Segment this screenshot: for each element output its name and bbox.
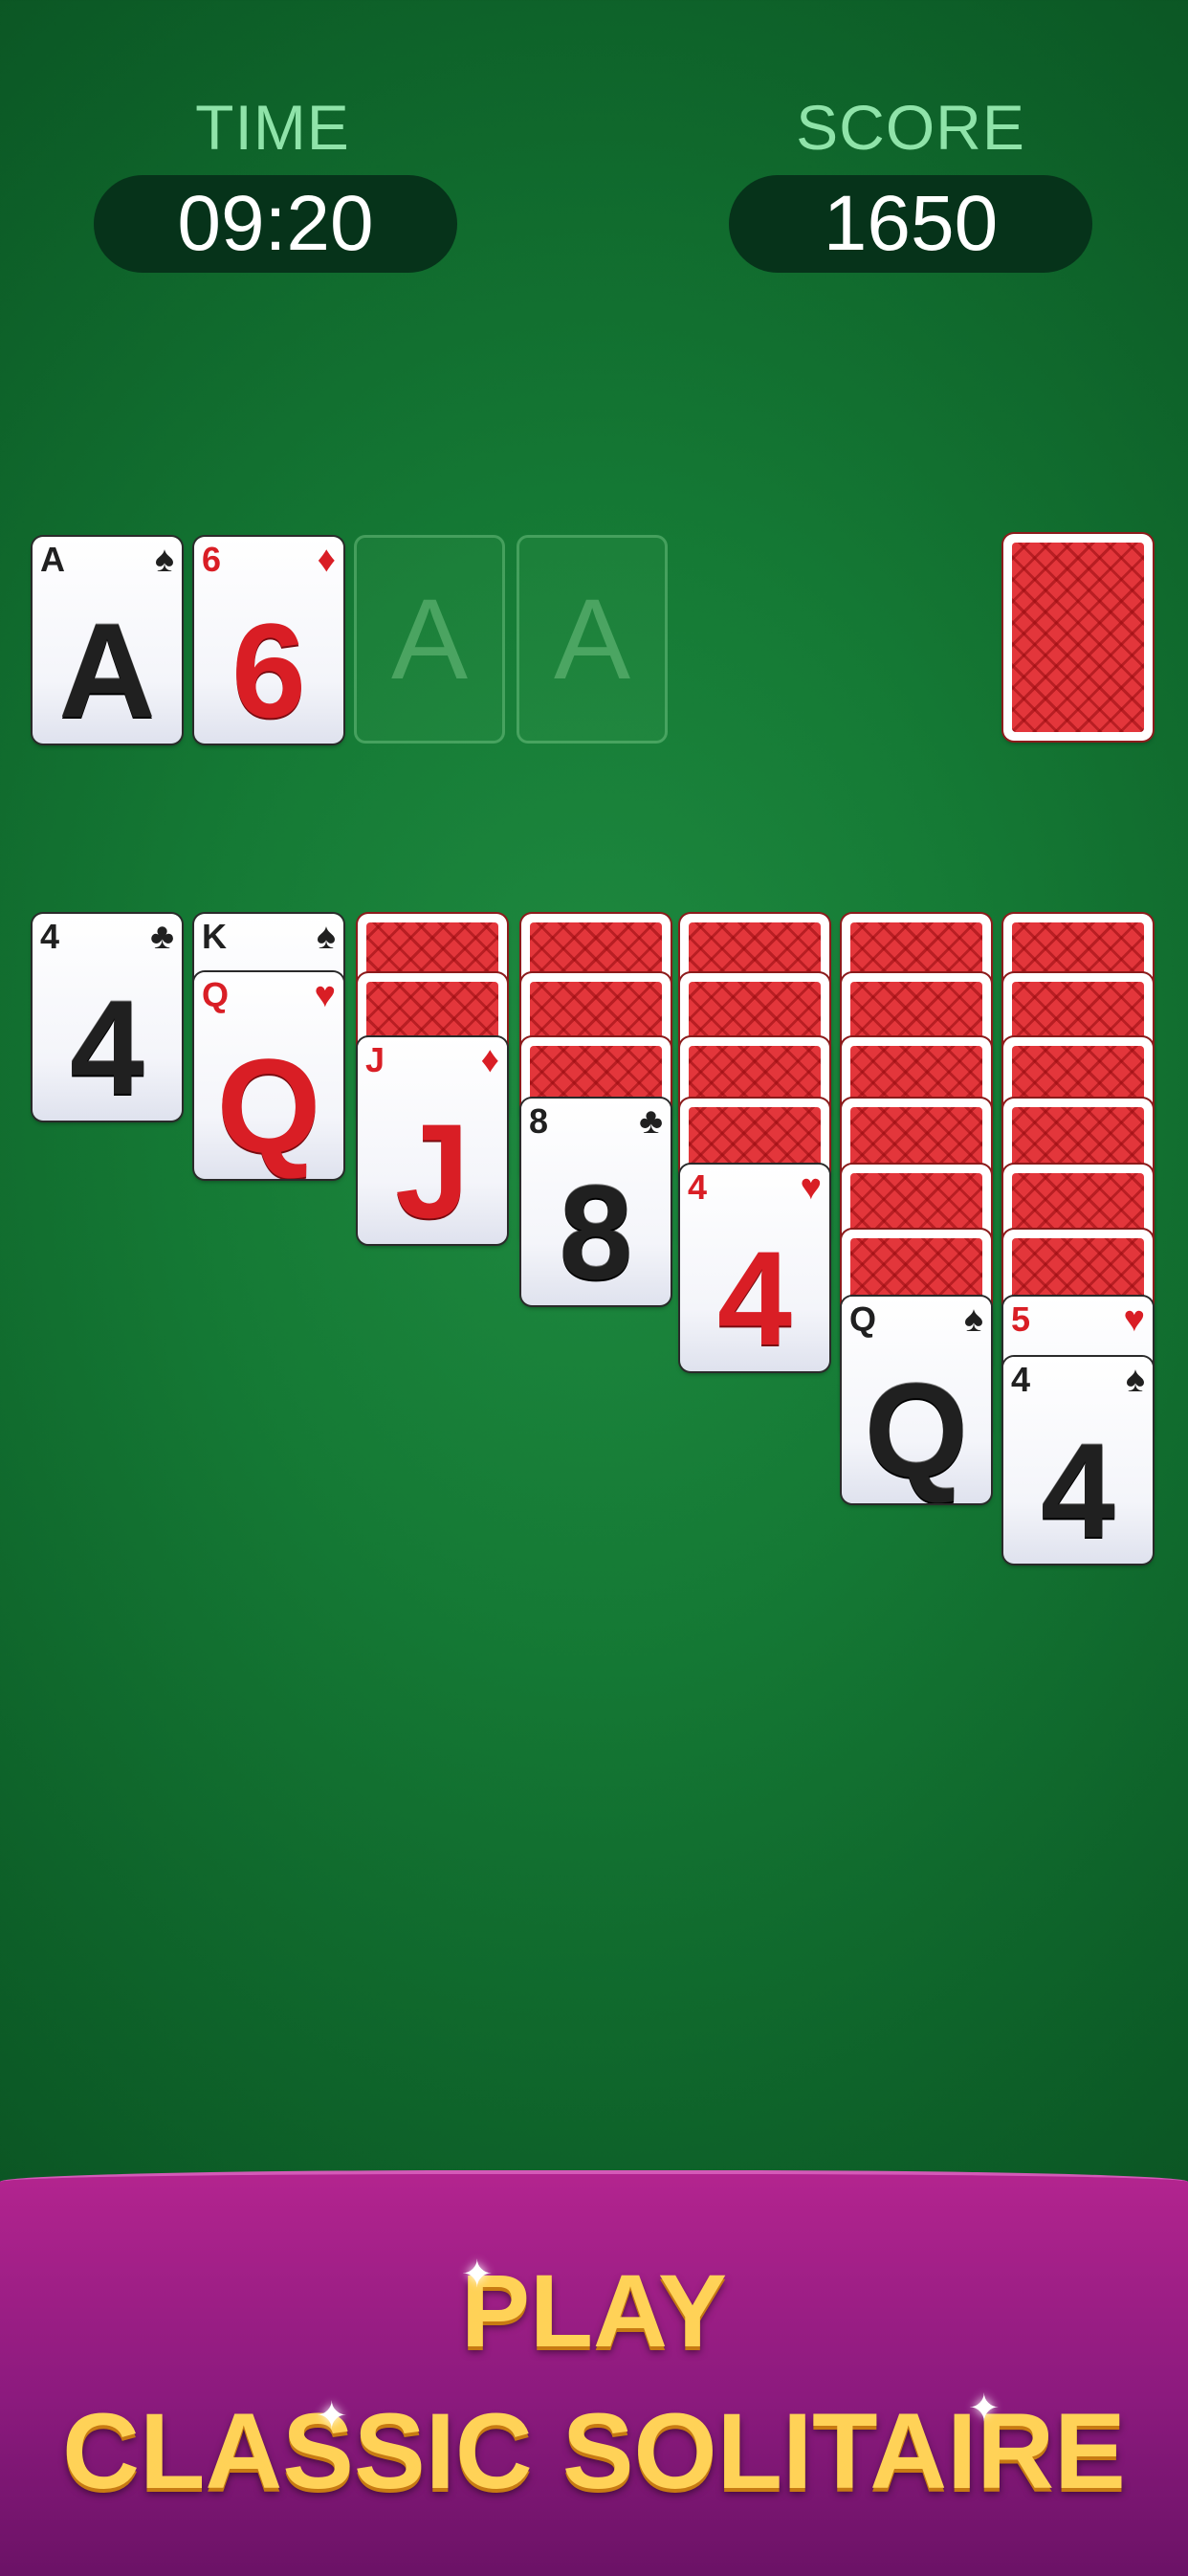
tableau-card[interactable]: Q ♥ Q xyxy=(194,972,343,1179)
foundation-slot[interactable]: A xyxy=(517,535,668,744)
heart-icon: ♥ xyxy=(314,975,336,1015)
tableau-card[interactable]: J ♦ J xyxy=(358,1037,507,1244)
card-center-rank: Q xyxy=(864,1355,969,1503)
foundation-slot[interactable]: A xyxy=(354,535,505,744)
time-display: 09:20 xyxy=(94,175,457,273)
score-label: SCORE xyxy=(796,92,1025,163)
banner-subtitle: CLASSIC SOLITAIRE xyxy=(62,2391,1126,2511)
card-rank: 4 xyxy=(40,917,60,956)
tableau-card[interactable]: 8 ♣ 8 xyxy=(521,1099,671,1305)
sparkle-icon: ✦ xyxy=(316,2395,348,2437)
card-rank: Q xyxy=(849,1299,877,1339)
heart-icon: ♥ xyxy=(1123,1299,1145,1340)
sparkle-icon: ✦ xyxy=(461,2254,494,2296)
card-rank: 4 xyxy=(688,1167,708,1207)
heart-icon: ♥ xyxy=(800,1167,822,1208)
card-center-rank: 4 xyxy=(1041,1415,1115,1564)
card-rank: K xyxy=(202,917,227,956)
promo-banner: PLAY CLASSIC SOLITAIRE ✦ ✦ ✦ xyxy=(0,2170,1188,2576)
waste-card[interactable]: A ♠ A xyxy=(33,537,182,744)
club-icon: ♣ xyxy=(639,1101,663,1142)
card-center-rank: 4 xyxy=(70,972,144,1121)
card-center-rank: 8 xyxy=(559,1157,633,1305)
score-display: 1650 xyxy=(729,175,1092,273)
club-icon: ♣ xyxy=(150,917,174,957)
waste-card[interactable]: 6 ♦ 6 xyxy=(194,537,343,744)
tableau-card[interactable]: Q ♠ Q xyxy=(842,1297,991,1503)
sparkle-icon: ✦ xyxy=(968,2387,1001,2430)
card-center-rank: 6 xyxy=(231,595,306,744)
tableau-card[interactable]: 4 ♠ 4 xyxy=(1003,1357,1153,1564)
banner-title: PLAY xyxy=(460,2253,728,2368)
tableau-card[interactable]: 4 ♣ 4 xyxy=(33,914,182,1121)
time-label: TIME xyxy=(195,92,350,163)
stock-pile[interactable] xyxy=(1003,534,1153,741)
diamond-icon: ♦ xyxy=(480,1040,499,1080)
card-center-rank: A xyxy=(58,595,156,744)
diamond-icon: ♦ xyxy=(317,540,336,580)
spade-icon: ♠ xyxy=(1125,1360,1145,1400)
card-rank: 6 xyxy=(202,540,222,579)
card-rank: 8 xyxy=(529,1101,549,1141)
card-rank: A xyxy=(40,540,65,579)
spade-icon: ♠ xyxy=(316,917,336,957)
card-rank: Q xyxy=(202,975,230,1014)
card-rank: 4 xyxy=(1011,1360,1031,1399)
card-center-rank: 4 xyxy=(717,1223,792,1371)
spade-icon: ♠ xyxy=(963,1299,983,1340)
spade-icon: ♠ xyxy=(154,540,174,580)
card-rank: 5 xyxy=(1011,1299,1031,1339)
card-rank: J xyxy=(365,1040,385,1079)
card-center-rank: Q xyxy=(216,1031,321,1179)
card-center-rank: J xyxy=(395,1096,470,1244)
tableau-card[interactable]: 4 ♥ 4 xyxy=(680,1165,829,1371)
